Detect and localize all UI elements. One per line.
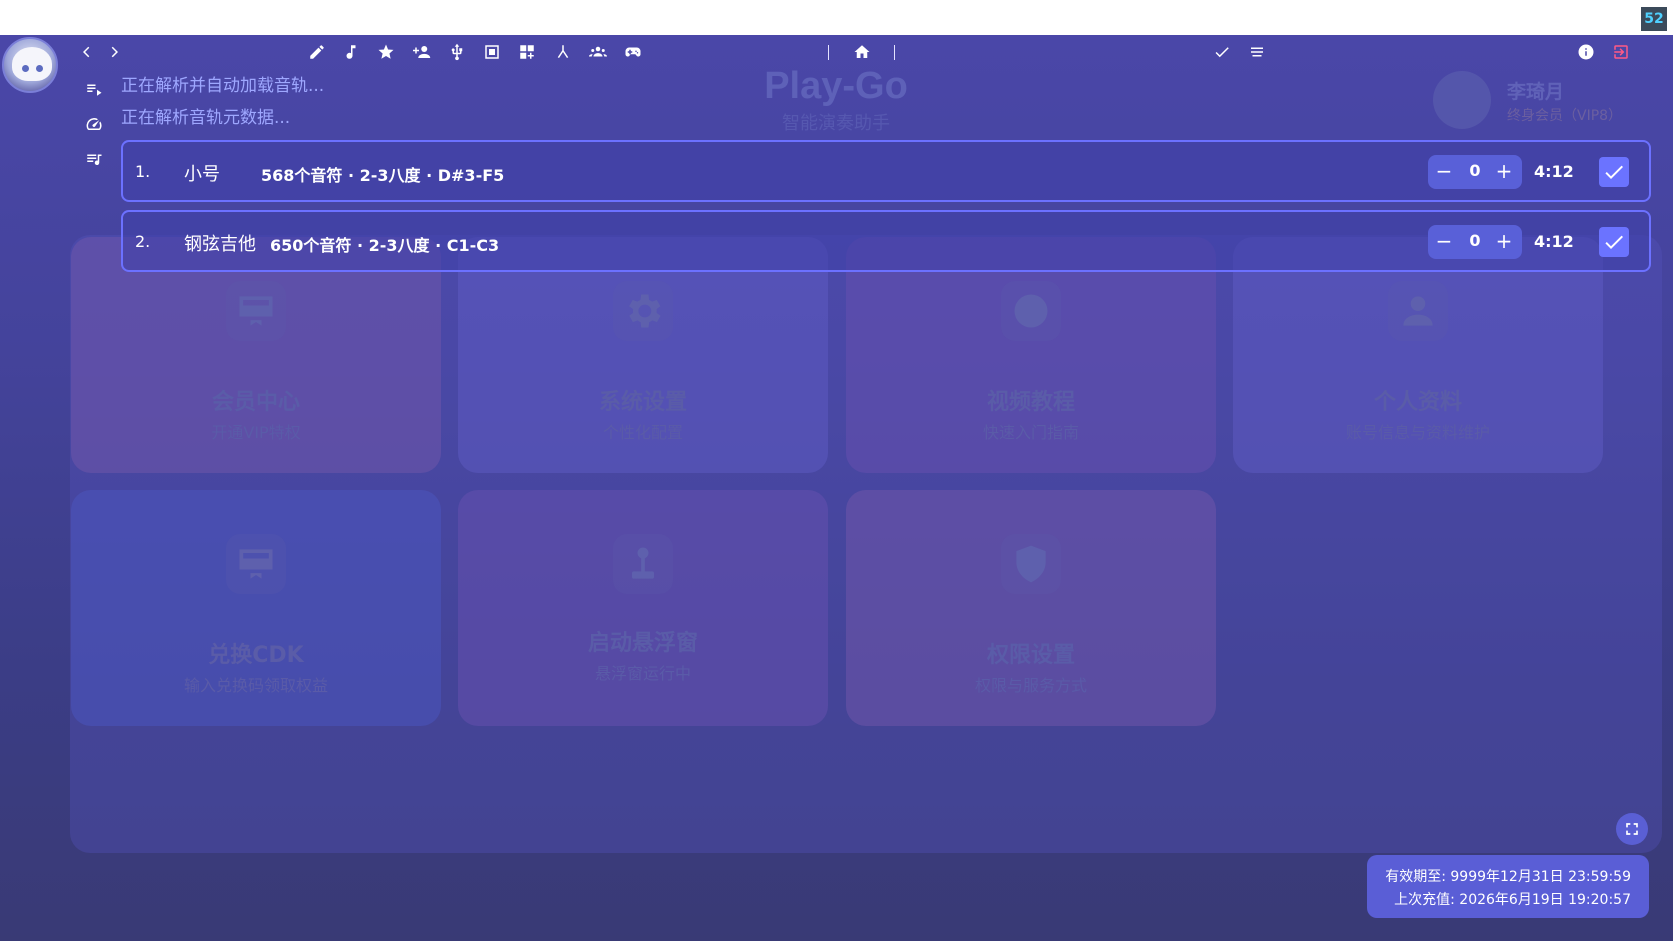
- avatar[interactable]: [2, 37, 58, 93]
- forward-icon[interactable]: [103, 40, 127, 64]
- track-name: 钢弦吉他: [184, 234, 256, 255]
- card-title: 系统设置: [598, 390, 687, 415]
- check-icon[interactable]: [1210, 40, 1234, 64]
- usb-icon[interactable]: [445, 40, 469, 64]
- user-membership: 终身会员（VIP8）: [1507, 108, 1623, 124]
- joystick-icon: [613, 534, 673, 594]
- card-icon: [226, 534, 286, 594]
- split-icon[interactable]: [551, 40, 575, 64]
- card-title: 权限设置: [986, 643, 1075, 668]
- track-meta: 568个音符 · 2-3八度 · D#3-F5: [261, 166, 505, 185]
- card-title: 视频教程: [986, 390, 1075, 415]
- toolbar-divider: [828, 45, 829, 60]
- membership-info: 有效期至: 9999年12月31日 23:59:59 上次充值: 2026年6月…: [1367, 855, 1649, 918]
- transpose-value: 0: [1469, 161, 1481, 180]
- track-duration: 4:12: [1534, 232, 1574, 251]
- track-checkbox[interactable]: [1599, 157, 1629, 187]
- decrement-button[interactable]: −: [1432, 229, 1456, 253]
- user-name: 李琦月: [1507, 81, 1565, 103]
- card-subtitle: 快速入门指南: [982, 423, 1079, 442]
- user-avatar[interactable]: [1433, 71, 1491, 129]
- card-redeem-cdk[interactable]: 兑换CDK 输入兑换码领取权益: [71, 490, 441, 726]
- track-meta: 650个音符 · 2-3八度 · C1-C3: [270, 236, 500, 255]
- track-row[interactable]: 2. 钢弦吉他 650个音符 · 2-3八度 · C1-C3 − 0 + 4:1…: [121, 210, 1651, 272]
- toolbar: [74, 37, 1654, 67]
- card-floating-window[interactable]: 启动悬浮窗 悬浮窗运行中: [458, 490, 828, 726]
- grid-plus-icon[interactable]: [515, 40, 539, 64]
- card-subtitle: 悬浮窗运行中: [594, 664, 691, 683]
- check-icon: [1605, 165, 1623, 179]
- card-system-settings[interactable]: 系统设置 个性化配置: [458, 237, 828, 473]
- add-person-icon[interactable]: [410, 40, 434, 64]
- track-row[interactable]: 1. 小号 568个音符 · 2-3八度 · D#3-F5 − 0 + 4:12: [121, 140, 1651, 202]
- card-subtitle: 输入兑换码领取权益: [183, 676, 328, 695]
- exit-icon[interactable]: [1609, 40, 1633, 64]
- playlist-play-icon[interactable]: [82, 77, 106, 101]
- menu-icon[interactable]: [1245, 40, 1269, 64]
- back-icon[interactable]: [74, 40, 98, 64]
- last-recharge-text: 上次充值: 2026年6月19日 19:20:57: [1394, 892, 1631, 908]
- track-number: 1.: [135, 162, 151, 181]
- play-icon: [1001, 281, 1061, 341]
- speedometer-icon[interactable]: [82, 112, 106, 136]
- pencil-icon[interactable]: [305, 40, 329, 64]
- card-profile[interactable]: 个人资料 账号信息与资料维护: [1233, 237, 1603, 473]
- increment-button[interactable]: +: [1492, 159, 1516, 183]
- fps-counter: 52: [1641, 7, 1667, 31]
- card-subtitle: 权限与服务方式: [974, 676, 1087, 695]
- top-strip: 52: [0, 0, 1673, 35]
- increment-button[interactable]: +: [1492, 229, 1516, 253]
- toolbar-divider: [894, 45, 895, 60]
- transpose-stepper: − 0 +: [1428, 225, 1522, 259]
- app-title: Play-Go: [764, 65, 908, 107]
- card-title: 兑换CDK: [208, 643, 304, 668]
- transpose-stepper: − 0 +: [1428, 155, 1522, 189]
- status-parsing-metadata: 正在解析音轨元数据...: [121, 108, 291, 128]
- card-title: 启动悬浮窗: [587, 631, 698, 656]
- track-number: 2.: [135, 232, 151, 251]
- gear-icon: [613, 281, 673, 341]
- expiry-text: 有效期至: 9999年12月31日 23:59:59: [1385, 869, 1631, 885]
- star-icon[interactable]: [374, 40, 398, 64]
- transpose-value: 0: [1469, 231, 1481, 250]
- queue-music-icon[interactable]: [82, 147, 106, 171]
- music-note-icon[interactable]: [339, 40, 363, 64]
- app-window: Play-Go 智能演奏助手 李琦月 终身会员（VIP8） 会员中心 开通VIP…: [0, 35, 1673, 941]
- fullscreen-button[interactable]: [1616, 813, 1648, 845]
- home-icon[interactable]: [850, 40, 874, 64]
- group-icon[interactable]: [586, 40, 610, 64]
- card-subtitle: 个性化配置: [602, 423, 683, 442]
- status-loading-tracks: 正在解析并自动加载音轨...: [121, 76, 325, 96]
- shield-icon: [1001, 534, 1061, 594]
- info-icon[interactable]: [1574, 40, 1598, 64]
- card-icon: [226, 281, 286, 341]
- app-subtitle: 智能演奏助手: [782, 113, 890, 134]
- card-subtitle: 开通VIP特权: [211, 423, 301, 442]
- track-checkbox[interactable]: [1599, 227, 1629, 257]
- fullscreen-icon: [1626, 823, 1638, 835]
- screenshot-icon[interactable]: [480, 40, 504, 64]
- track-name: 小号: [184, 164, 220, 185]
- decrement-button[interactable]: −: [1432, 159, 1456, 183]
- check-icon: [1605, 235, 1623, 249]
- card-member-center[interactable]: 会员中心 开通VIP特权: [71, 237, 441, 473]
- track-duration: 4:12: [1534, 162, 1574, 181]
- card-title: 个人资料: [1373, 390, 1462, 415]
- card-subtitle: 账号信息与资料维护: [1345, 423, 1490, 442]
- person-icon: [1388, 281, 1448, 341]
- gamepad-icon[interactable]: [621, 40, 645, 64]
- card-permissions[interactable]: 权限设置 权限与服务方式: [846, 490, 1216, 726]
- card-video-tutorial[interactable]: 视频教程 快速入门指南: [846, 237, 1216, 473]
- card-title: 会员中心: [211, 390, 300, 415]
